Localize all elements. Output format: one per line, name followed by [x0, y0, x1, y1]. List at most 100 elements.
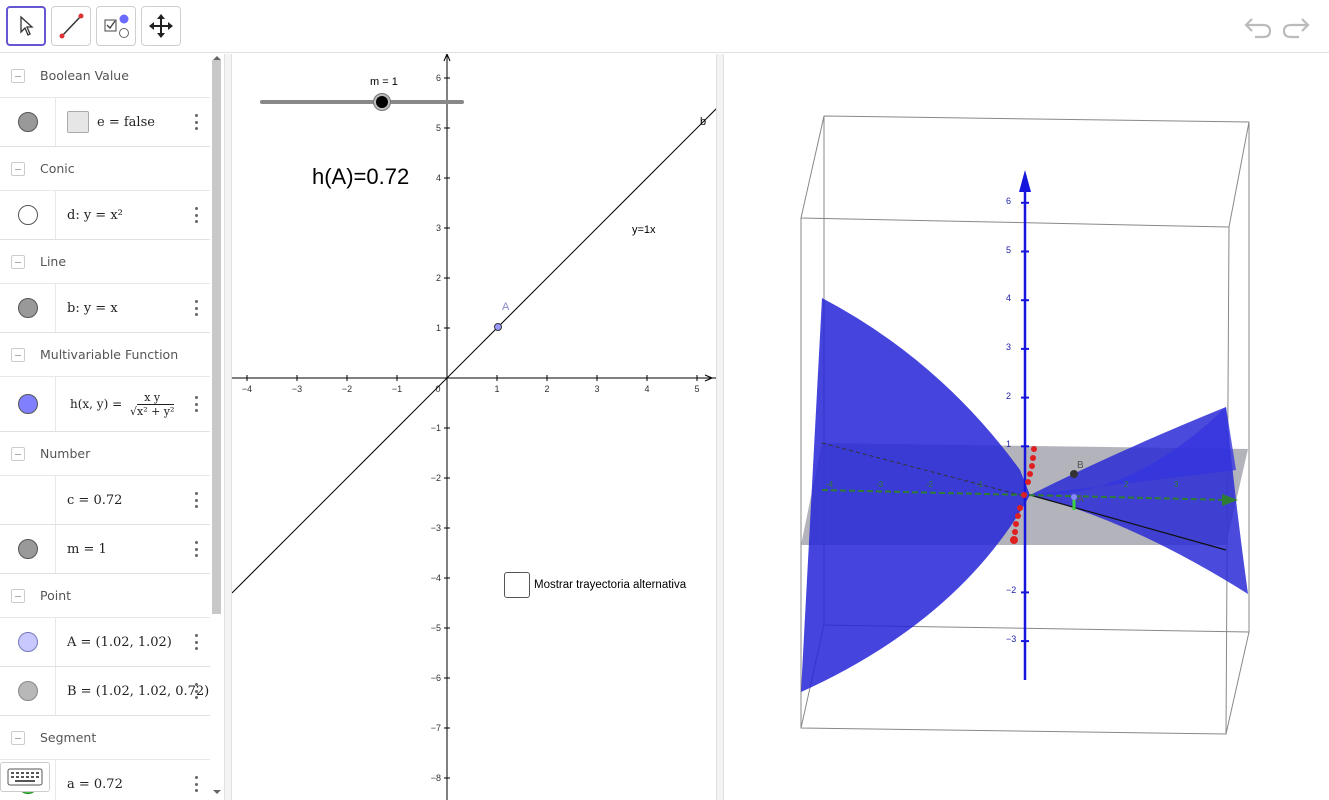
slider-m-knob[interactable] [374, 94, 390, 110]
visibility-toggle[interactable] [17, 539, 38, 559]
z-tick-label: 6 [1006, 195, 1012, 206]
algebra-item-A[interactable]: A = (1.02, 1.02) [0, 618, 210, 667]
graphics-3d-canvas[interactable] [724, 54, 1329, 800]
y-tick-label: −2 [431, 473, 441, 483]
visibility-toggle[interactable] [17, 298, 38, 318]
y-tick-label: −5 [431, 623, 441, 633]
item-text: e = false [97, 114, 155, 130]
point-B-3d [1070, 470, 1078, 478]
item-text: a = 0.72 [67, 776, 123, 792]
y-tick-label: 4 [436, 173, 441, 183]
y-tick-label: 2 [436, 273, 441, 283]
group-boolean-value[interactable]: Boolean Value [0, 54, 210, 98]
collapse-icon[interactable] [11, 446, 25, 461]
group-line[interactable]: Line [0, 240, 210, 284]
group-label: Multivariable Function [40, 347, 179, 362]
trajectory-checkbox[interactable] [504, 572, 530, 598]
graphics-view-3d[interactable]: 6 5 4 3 2 1 −2 −3 -4 -3 -2 -1 2 3 B A [724, 54, 1329, 800]
redo-icon[interactable] [1281, 14, 1311, 40]
visibility-toggle[interactable] [17, 205, 38, 225]
collapse-icon[interactable] [11, 254, 25, 269]
slider-m-track[interactable] [260, 100, 464, 104]
collapse-icon[interactable] [11, 730, 25, 745]
more-menu-icon[interactable] [194, 396, 198, 412]
move-tool-button[interactable] [6, 6, 46, 46]
x-tick-label-3d: -1 [976, 480, 984, 489]
group-label: Segment [40, 730, 97, 745]
collapse-icon[interactable] [11, 161, 25, 176]
y-tick-label: −6 [431, 673, 441, 683]
panel-divider[interactable] [224, 54, 232, 800]
x-tick-label: 2 [544, 384, 549, 394]
point-A[interactable] [494, 323, 502, 331]
move-arrows-icon [149, 14, 173, 38]
line-b[interactable] [232, 108, 716, 594]
fraction: x y √x² + y² [129, 390, 175, 418]
x-tick-label-3d: 2 [1124, 480, 1129, 489]
algebra-item-B[interactable]: B = (1.02, 1.02, 0.72) [0, 667, 210, 716]
checkbox-tool-button[interactable] [96, 6, 136, 46]
more-menu-icon[interactable] [194, 634, 198, 650]
item-text: h(x, y) = [70, 396, 123, 411]
y-tick-label: 1 [436, 323, 441, 333]
y-tick-label: −1 [431, 423, 441, 433]
group-segment[interactable]: Segment [0, 716, 210, 760]
group-multivariable-function[interactable]: Multivariable Function [0, 333, 210, 377]
collapse-icon[interactable] [11, 68, 25, 83]
x-tick-label: 5 [694, 384, 699, 394]
undo-icon[interactable] [1243, 14, 1273, 40]
x-tick-label: 4 [644, 384, 649, 394]
y-tick-label: −3 [431, 523, 441, 533]
collapse-icon[interactable] [11, 588, 25, 603]
more-menu-icon[interactable] [194, 207, 198, 223]
group-conic[interactable]: Conic [0, 147, 210, 191]
algebra-item-d[interactable]: d: y = x² [0, 191, 210, 240]
algebra-item-m[interactable]: m = 1 [0, 525, 210, 574]
algebra-item-e[interactable]: e = false [0, 98, 210, 147]
x-tick-label: 3 [594, 384, 599, 394]
x-tick-label-3d: -2 [926, 480, 934, 489]
algebra-item-b[interactable]: b: y = x [0, 284, 210, 333]
line-b-label: b [700, 116, 707, 128]
z-tick-label: 2 [1006, 390, 1012, 401]
more-menu-icon[interactable] [194, 300, 198, 316]
scroll-down-icon[interactable] [213, 789, 221, 795]
algebra-item-c[interactable]: c = 0.72 [0, 476, 210, 525]
group-number[interactable]: Number [0, 432, 210, 476]
z-tick-label: 1 [1006, 439, 1012, 450]
x-tick-label: −4 [242, 384, 252, 394]
boolean-checkbox[interactable] [67, 111, 89, 133]
collapse-icon[interactable] [11, 347, 25, 362]
axis-z-arrow-icon [1019, 170, 1031, 192]
algebra-item-h[interactable]: h(x, y) = x y √x² + y² [0, 377, 210, 432]
x-tick-label: −2 [342, 384, 352, 394]
fraction-denominator: x² + y² [136, 403, 175, 418]
graphics-view-2d[interactable]: −4 −3 −2 −1 0 1 2 3 4 5 6 5 4 3 2 1 −1 −2 −3 −4 −5 −6 −7 −8 m =… [232, 54, 716, 800]
item-text: m = 1 [67, 541, 107, 557]
item-text: B = (1.02, 1.02, 0.72) [67, 683, 210, 699]
more-menu-icon[interactable] [194, 683, 198, 699]
scrollbar-thumb[interactable] [212, 60, 221, 614]
segment-tool-button[interactable] [51, 6, 91, 46]
visibility-toggle[interactable] [17, 394, 38, 414]
more-menu-icon[interactable] [194, 114, 198, 130]
group-point[interactable]: Point [0, 574, 210, 618]
visibility-toggle[interactable] [17, 112, 38, 132]
z-tick-label: −2 [1006, 585, 1017, 596]
algebra-scrollbar[interactable] [210, 54, 224, 800]
graphics-2d-canvas[interactable]: −4 −3 −2 −1 0 1 2 3 4 5654321−1−2−3−4−5−6−7−8 [232, 54, 716, 800]
x-tick-label-3d: -4 [826, 480, 834, 489]
visibility-toggle[interactable] [17, 632, 38, 652]
item-text: b: y = x [67, 300, 118, 316]
more-menu-icon[interactable] [194, 492, 198, 508]
scroll-up-icon[interactable] [213, 55, 221, 61]
y-tick-label: 6 [436, 73, 441, 83]
text-h-of-A: h(A)=0.72 [312, 164, 410, 189]
panel-divider[interactable] [716, 54, 724, 800]
point-B-label-3d: B [1077, 460, 1084, 471]
visibility-toggle[interactable] [17, 681, 38, 701]
move-graphics-view-button[interactable] [141, 6, 181, 46]
more-menu-icon[interactable] [194, 541, 198, 557]
more-menu-icon[interactable] [194, 776, 198, 792]
keyboard-button[interactable] [0, 762, 50, 792]
